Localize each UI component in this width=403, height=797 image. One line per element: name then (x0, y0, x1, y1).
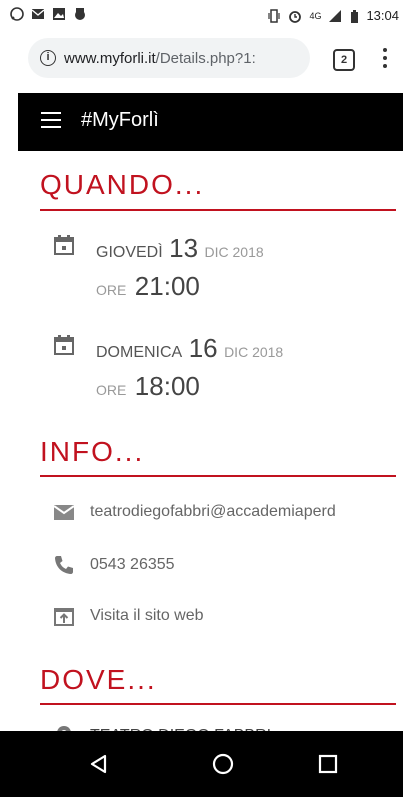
url-path: /Details.php?1: (155, 49, 256, 67)
overflow-menu-button[interactable] (380, 44, 390, 72)
bug-icon (75, 8, 85, 20)
info-email[interactable]: teatrodiegofabbri@accademiaperd (52, 498, 336, 526)
system-indicators: 4G 13:04 (267, 8, 399, 23)
system-navigation-bar (0, 731, 403, 797)
tab-switcher-button[interactable]: 2 (333, 49, 355, 71)
event-day-name: DOMENICA (96, 344, 183, 361)
email-link[interactable]: teatrodiegofabbri@accademiaperd (90, 503, 336, 521)
notification-icons (10, 7, 87, 21)
section-divider (40, 475, 396, 477)
home-icon[interactable] (210, 751, 236, 777)
website-link[interactable]: Visita il sito web (90, 607, 204, 625)
mail-icon (53, 505, 75, 520)
event-time-line: ORE 18:00 (96, 371, 200, 402)
event-time: 18:00 (134, 371, 200, 401)
calendar-icon (54, 235, 74, 255)
event-month-year: DIC 2018 (204, 244, 264, 260)
section-divider (40, 209, 396, 211)
section-title-info: INFO... (40, 436, 145, 467)
section-title-quando: QUANDO... (40, 169, 205, 200)
event-time: 21:00 (134, 271, 200, 301)
phone-icon (55, 556, 73, 574)
vibrate-icon (268, 8, 281, 23)
status-time: 13:04 (366, 8, 399, 23)
event-time-label: ORE (96, 282, 127, 298)
open-in-new-icon (54, 608, 74, 626)
event-date-line: GIOVEDÌ 13 DIC 2018 (96, 233, 264, 264)
back-icon[interactable] (86, 751, 112, 777)
app-bar: #MyForlì (18, 93, 403, 151)
browser-toolbar: i www.myforli.it/Details.php?1: 2 (0, 30, 403, 88)
info-phone[interactable]: 0543 26355 (52, 551, 175, 579)
event-month-year: DIC 2018 (224, 344, 284, 360)
calendar-icon (54, 335, 74, 355)
recents-icon[interactable] (315, 751, 341, 777)
battery-icon (351, 9, 359, 23)
info-website[interactable]: Visita il sito web (52, 602, 204, 630)
address-bar[interactable]: i www.myforli.it/Details.php?1: (28, 38, 310, 78)
app-title: #MyForlì (81, 109, 159, 131)
info-icon[interactable]: i (40, 50, 56, 66)
event-day-name: GIOVEDÌ (96, 244, 163, 261)
url-text[interactable]: www.myforli.it/Details.php?1: (64, 50, 256, 67)
event-date-line: DOMENICA 16 DIC 2018 (96, 333, 283, 364)
signal-icon (329, 9, 342, 22)
network-type: 4G (309, 10, 322, 21)
event-time-line: ORE 21:00 (96, 271, 200, 302)
section-title-dove: DOVE... (40, 664, 157, 695)
url-domain: www.myforli.it (64, 49, 156, 67)
whatsapp-icon (10, 7, 24, 21)
event-day-number: 16 (188, 333, 218, 363)
section-divider (40, 703, 396, 705)
event-time-label: ORE (96, 382, 127, 398)
alarm-icon (289, 10, 302, 23)
image-icon (53, 8, 65, 20)
gmail-icon (31, 9, 45, 19)
hamburger-menu-icon[interactable] (41, 112, 61, 130)
status-bar: 4G 13:04 (0, 0, 403, 30)
phone-link[interactable]: 0543 26355 (90, 556, 175, 574)
event-day-number: 13 (169, 233, 199, 263)
